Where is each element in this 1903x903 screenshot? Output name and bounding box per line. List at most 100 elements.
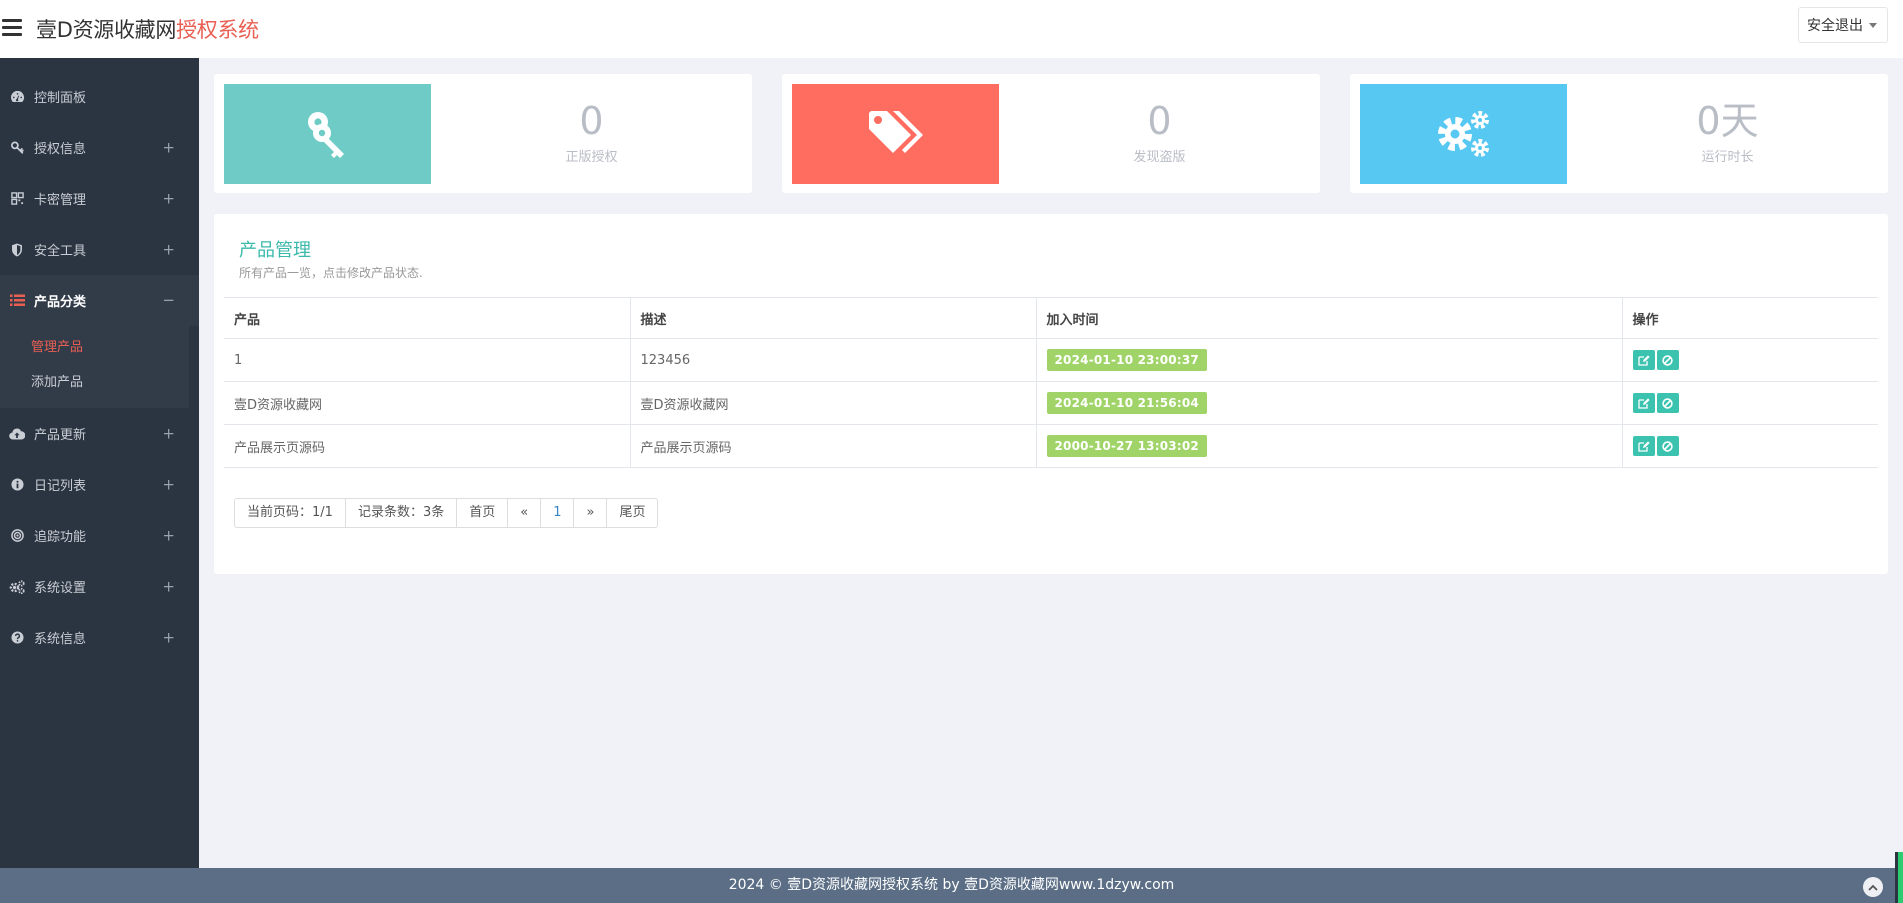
stat-icon-box (224, 84, 431, 184)
expand-plus-icon: + (162, 240, 175, 259)
cell-actions (1622, 381, 1878, 425)
products-table: 产品 描述 加入时间 操作 1 123456 2024-01-10 23:00:… (224, 297, 1878, 468)
edit-button[interactable] (1632, 350, 1655, 370)
table-header-row: 产品 描述 加入时间 操作 (224, 297, 1878, 339)
sidebar-item-label: 系统信息 (34, 632, 87, 647)
ban-icon (1662, 397, 1673, 409)
stat-label: 正版授权 (565, 150, 618, 165)
stat-card-uptime: 0天 运行时长 (1350, 74, 1888, 193)
pagination-last-page[interactable]: 尾页 (606, 499, 657, 527)
sidebar-item-label: 安全工具 (34, 244, 87, 259)
sidebar-item-product-category[interactable]: 产品分类 − (0, 275, 199, 326)
cell-actions (1622, 424, 1878, 468)
edit-button[interactable] (1632, 393, 1655, 413)
edit-icon (1637, 397, 1650, 409)
sidebar: 控制面板 授权信息 + 卡密管理 + 安全工具 + 产品分类 − 管理产品 添加… (0, 58, 199, 868)
stat-label: 运行时长 (1701, 150, 1754, 165)
sidebar-item-label: 系统设置 (34, 581, 87, 596)
cell-actions (1622, 338, 1878, 382)
cell-description: 产品展示页源码 (630, 424, 1037, 468)
scrollbar-thumb[interactable] (1898, 852, 1903, 903)
list-icon (9, 293, 25, 309)
sidebar-item-label: 产品更新 (34, 428, 87, 443)
sidebar-item-dashboard[interactable]: 控制面板 (0, 71, 199, 122)
sidebar-item-product-update[interactable]: 产品更新 + (0, 408, 199, 459)
brand-title[interactable]: 壹D资源收藏网授权系统 (36, 14, 259, 44)
caret-down-icon (1869, 22, 1877, 28)
top-header: 壹D资源收藏网授权系统 安全退出 (0, 0, 1903, 58)
target-icon (9, 528, 25, 544)
sidebar-item-card-keys[interactable]: 卡密管理 + (0, 173, 199, 224)
stat-icon-box (792, 84, 999, 184)
table-row: 1 123456 2024-01-10 23:00:37 (224, 338, 1878, 382)
key-icon (307, 112, 344, 158)
panel-subtitle: 所有产品一览，点击修改产品状态. (239, 266, 423, 280)
date-badge: 2024-01-10 21:56:04 (1046, 392, 1207, 414)
date-badge: 2000-10-27 13:03:02 (1046, 435, 1207, 457)
cell-added-time: 2024-01-10 23:00:37 (1036, 338, 1623, 382)
expand-plus-icon: + (162, 138, 175, 157)
disable-button[interactable] (1656, 393, 1679, 413)
sidebar-item-security-tools[interactable]: 安全工具 + (0, 224, 199, 275)
stat-value: 0天 (1696, 99, 1759, 143)
product-management-panel: 产品管理 所有产品一览，点击修改产品状态. 产品 描述 加入时间 操作 1 12… (214, 214, 1888, 574)
expand-plus-icon: + (162, 189, 175, 208)
column-header-product: 产品 (224, 297, 631, 339)
disable-button[interactable] (1656, 436, 1679, 456)
brand-suffix: 授权系统 (176, 18, 259, 42)
submenu-add-product[interactable]: 添加产品 (0, 365, 189, 400)
expand-plus-icon: + (162, 526, 175, 545)
sidebar-item-label: 日记列表 (34, 479, 87, 494)
submenu-manage-products[interactable]: 管理产品 (0, 330, 189, 365)
expand-plus-icon: + (162, 475, 175, 494)
sidebar-item-tracking[interactable]: 追踪功能 + (0, 510, 199, 561)
pagination-current-page: 当前页码：1/1 (247, 505, 333, 520)
expand-plus-icon: + (162, 628, 175, 647)
sidebar-item-label: 控制面板 (34, 91, 87, 106)
table-row: 壹D资源收藏网 壹D资源收藏网 2024-01-10 21:56:04 (224, 381, 1878, 425)
logout-label: 安全退出 (1807, 18, 1863, 34)
stat-value: 0 (579, 99, 604, 143)
cell-added-time: 2024-01-10 21:56:04 (1036, 381, 1623, 425)
column-header-added-time: 加入时间 (1036, 297, 1623, 339)
sidebar-item-log-list[interactable]: 日记列表 + (0, 459, 199, 510)
sidebar-item-label: 产品分类 (34, 295, 87, 310)
question-icon (9, 630, 25, 646)
sidebar-item-authorization[interactable]: 授权信息 + (0, 122, 199, 173)
collapse-minus-icon: − (162, 290, 175, 309)
footer: 2024 © 壹D资源收藏网授权系统 by 壹D资源收藏网www.1dzyw.c… (0, 868, 1903, 903)
key-icon (9, 140, 25, 156)
edit-icon (1637, 354, 1650, 366)
disable-button[interactable] (1656, 350, 1679, 370)
column-header-actions: 操作 (1622, 297, 1878, 339)
edit-button[interactable] (1632, 436, 1655, 456)
gears-icon (1437, 111, 1489, 157)
cloud-upload-icon (9, 426, 25, 442)
pagination-prev[interactable]: « (507, 499, 540, 527)
pagination-page-1[interactable]: 1 (540, 499, 573, 527)
cell-product: 壹D资源收藏网 (224, 381, 631, 425)
ban-icon (1662, 354, 1673, 366)
menu-toggle-icon[interactable] (2, 19, 22, 37)
product-category-submenu: 管理产品 添加产品 (0, 326, 189, 408)
sidebar-item-label: 卡密管理 (34, 193, 87, 208)
expand-plus-icon: + (162, 577, 175, 596)
cell-product: 产品展示页源码 (224, 424, 631, 468)
sidebar-item-system-settings[interactable]: 系统设置 + (0, 561, 199, 612)
back-to-top-button[interactable] (1863, 877, 1883, 897)
edit-icon (1637, 440, 1650, 452)
logout-dropdown-button[interactable]: 安全退出 (1798, 7, 1888, 43)
cell-product: 1 (224, 338, 631, 382)
expand-plus-icon: + (162, 424, 175, 443)
sidebar-item-label: 授权信息 (34, 142, 87, 157)
dashboard-icon (9, 89, 25, 105)
shield-icon (9, 242, 25, 258)
table-row: 产品展示页源码 产品展示页源码 2000-10-27 13:03:02 (224, 424, 1878, 468)
sidebar-item-system-info[interactable]: 系统信息 + (0, 612, 199, 663)
pagination-first-page[interactable]: 首页 (456, 499, 507, 527)
info-icon (9, 477, 25, 493)
stat-card-genuine-licenses: 0 正版授权 (214, 74, 752, 193)
footer-text: 2024 © 壹D资源收藏网授权系统 by 壹D资源收藏网www.1dzyw.c… (728, 877, 1175, 893)
cell-added-time: 2000-10-27 13:03:02 (1036, 424, 1623, 468)
pagination-next[interactable]: » (573, 499, 606, 527)
